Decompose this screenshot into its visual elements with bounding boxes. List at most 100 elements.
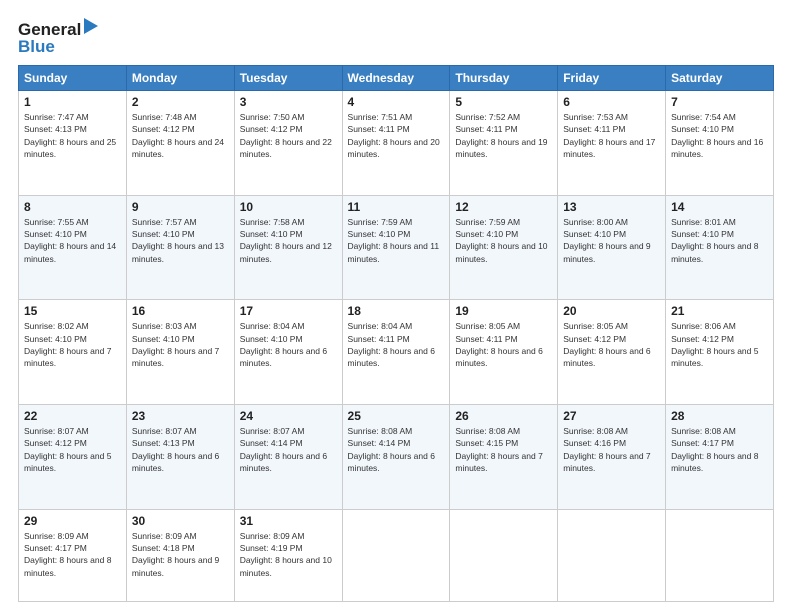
calendar-cell: 21 Sunrise: 8:06 AMSunset: 4:12 PMDayligh… xyxy=(666,300,774,405)
calendar-cell: 1 Sunrise: 7:47 AMSunset: 4:13 PMDaylight… xyxy=(19,91,127,196)
calendar-table: SundayMondayTuesdayWednesdayThursdayFrid… xyxy=(18,65,774,602)
calendar-cell: 13 Sunrise: 8:00 AMSunset: 4:10 PMDayligh… xyxy=(558,195,666,300)
day-header-friday: Friday xyxy=(558,66,666,91)
day-number: 17 xyxy=(240,304,337,318)
day-info: Sunrise: 8:01 AMSunset: 4:10 PMDaylight:… xyxy=(671,216,768,265)
calendar-cell: 15 Sunrise: 8:02 AMSunset: 4:10 PMDayligh… xyxy=(19,300,127,405)
calendar-cell: 7 Sunrise: 7:54 AMSunset: 4:10 PMDaylight… xyxy=(666,91,774,196)
day-header-wednesday: Wednesday xyxy=(342,66,450,91)
day-info: Sunrise: 7:59 AMSunset: 4:10 PMDaylight:… xyxy=(455,216,552,265)
day-number: 25 xyxy=(348,409,445,423)
day-info: Sunrise: 8:07 AMSunset: 4:12 PMDaylight:… xyxy=(24,425,121,474)
calendar-cell: 8 Sunrise: 7:55 AMSunset: 4:10 PMDaylight… xyxy=(19,195,127,300)
day-info: Sunrise: 8:09 AMSunset: 4:17 PMDaylight:… xyxy=(24,530,121,579)
day-info: Sunrise: 7:52 AMSunset: 4:11 PMDaylight:… xyxy=(455,111,552,160)
calendar-cell: 11 Sunrise: 7:59 AMSunset: 4:10 PMDayligh… xyxy=(342,195,450,300)
calendar-cell: 18 Sunrise: 8:04 AMSunset: 4:11 PMDayligh… xyxy=(342,300,450,405)
day-info: Sunrise: 8:07 AMSunset: 4:14 PMDaylight:… xyxy=(240,425,337,474)
calendar-cell: 12 Sunrise: 7:59 AMSunset: 4:10 PMDayligh… xyxy=(450,195,558,300)
day-info: Sunrise: 8:06 AMSunset: 4:12 PMDaylight:… xyxy=(671,320,768,369)
calendar-cell: 27 Sunrise: 8:08 AMSunset: 4:16 PMDayligh… xyxy=(558,404,666,509)
day-number: 5 xyxy=(455,95,552,109)
day-number: 6 xyxy=(563,95,660,109)
calendar-cell: 16Sunrise: 8:03 AMSunset: 4:10 PMDayligh… xyxy=(126,300,234,405)
day-number: 21 xyxy=(671,304,768,318)
day-info: Sunrise: 8:04 AMSunset: 4:10 PMDaylight:… xyxy=(240,320,337,369)
day-info: Sunrise: 8:05 AMSunset: 4:11 PMDaylight:… xyxy=(455,320,552,369)
day-info: Sunrise: 7:55 AMSunset: 4:10 PMDaylight:… xyxy=(24,216,121,265)
day-info: Sunrise: 8:03 AMSunset: 4:10 PMDaylight:… xyxy=(132,320,229,369)
calendar-cell: 9Sunrise: 7:57 AMSunset: 4:10 PMDaylight… xyxy=(126,195,234,300)
day-number: 15 xyxy=(24,304,121,318)
logo-general: General xyxy=(18,18,98,38)
day-info: Sunrise: 7:59 AMSunset: 4:10 PMDaylight:… xyxy=(348,216,445,265)
day-info: Sunrise: 7:47 AMSunset: 4:13 PMDaylight:… xyxy=(24,111,121,160)
calendar-cell: 20Sunrise: 8:05 AMSunset: 4:12 PMDayligh… xyxy=(558,300,666,405)
day-info: Sunrise: 8:08 AMSunset: 4:16 PMDaylight:… xyxy=(563,425,660,474)
day-info: Sunrise: 7:51 AMSunset: 4:11 PMDaylight:… xyxy=(348,111,445,160)
day-number: 26 xyxy=(455,409,552,423)
day-info: Sunrise: 8:04 AMSunset: 4:11 PMDaylight:… xyxy=(348,320,445,369)
calendar-cell xyxy=(342,509,450,601)
calendar-cell: 6 Sunrise: 7:53 AMSunset: 4:11 PMDaylight… xyxy=(558,91,666,196)
day-number: 12 xyxy=(455,200,552,214)
day-number: 7 xyxy=(671,95,768,109)
day-number: 20 xyxy=(563,304,660,318)
calendar-cell: 4Sunrise: 7:51 AMSunset: 4:11 PMDaylight… xyxy=(342,91,450,196)
calendar-cell xyxy=(558,509,666,601)
calendar-cell: 30Sunrise: 8:09 AMSunset: 4:18 PMDayligh… xyxy=(126,509,234,601)
day-number: 30 xyxy=(132,514,229,528)
day-info: Sunrise: 7:48 AMSunset: 4:12 PMDaylight:… xyxy=(132,111,229,160)
calendar-week-row: 22 Sunrise: 8:07 AMSunset: 4:12 PMDayligh… xyxy=(19,404,774,509)
calendar-header-row: SundayMondayTuesdayWednesdayThursdayFrid… xyxy=(19,66,774,91)
day-number: 28 xyxy=(671,409,768,423)
day-number: 1 xyxy=(24,95,121,109)
day-number: 19 xyxy=(455,304,552,318)
day-header-tuesday: Tuesday xyxy=(234,66,342,91)
logo-arrow-icon xyxy=(84,18,98,34)
day-header-thursday: Thursday xyxy=(450,66,558,91)
day-info: Sunrise: 7:54 AMSunset: 4:10 PMDaylight:… xyxy=(671,111,768,160)
calendar-cell: 22 Sunrise: 8:07 AMSunset: 4:12 PMDayligh… xyxy=(19,404,127,509)
day-info: Sunrise: 8:02 AMSunset: 4:10 PMDaylight:… xyxy=(24,320,121,369)
day-number: 13 xyxy=(563,200,660,214)
day-header-monday: Monday xyxy=(126,66,234,91)
calendar-week-row: 15 Sunrise: 8:02 AMSunset: 4:10 PMDayligh… xyxy=(19,300,774,405)
day-header-saturday: Saturday xyxy=(666,66,774,91)
day-info: Sunrise: 7:58 AMSunset: 4:10 PMDaylight:… xyxy=(240,216,337,265)
day-number: 22 xyxy=(24,409,121,423)
day-number: 18 xyxy=(348,304,445,318)
calendar-cell: 14Sunrise: 8:01 AMSunset: 4:10 PMDayligh… xyxy=(666,195,774,300)
day-number: 3 xyxy=(240,95,337,109)
day-header-sunday: Sunday xyxy=(19,66,127,91)
day-info: Sunrise: 8:09 AMSunset: 4:19 PMDaylight:… xyxy=(240,530,337,579)
page: General Blue SundayMondayTuesdayWednesda… xyxy=(0,0,792,612)
day-number: 2 xyxy=(132,95,229,109)
day-number: 27 xyxy=(563,409,660,423)
logo: General Blue xyxy=(18,18,98,55)
day-info: Sunrise: 8:08 AMSunset: 4:15 PMDaylight:… xyxy=(455,425,552,474)
day-info: Sunrise: 8:00 AMSunset: 4:10 PMDaylight:… xyxy=(563,216,660,265)
calendar-cell: 25Sunrise: 8:08 AMSunset: 4:14 PMDayligh… xyxy=(342,404,450,509)
day-number: 31 xyxy=(240,514,337,528)
calendar-cell: 19 Sunrise: 8:05 AMSunset: 4:11 PMDayligh… xyxy=(450,300,558,405)
calendar-cell xyxy=(666,509,774,601)
calendar-body: 1 Sunrise: 7:47 AMSunset: 4:13 PMDaylight… xyxy=(19,91,774,602)
calendar-cell: 2 Sunrise: 7:48 AMSunset: 4:12 PMDaylight… xyxy=(126,91,234,196)
day-info: Sunrise: 7:50 AMSunset: 4:12 PMDaylight:… xyxy=(240,111,337,160)
day-info: Sunrise: 8:08 AMSunset: 4:17 PMDaylight:… xyxy=(671,425,768,474)
calendar-cell xyxy=(450,509,558,601)
calendar-cell: 31 Sunrise: 8:09 AMSunset: 4:19 PMDayligh… xyxy=(234,509,342,601)
day-info: Sunrise: 8:07 AMSunset: 4:13 PMDaylight:… xyxy=(132,425,229,474)
day-info: Sunrise: 7:57 AMSunset: 4:10 PMDaylight:… xyxy=(132,216,229,265)
day-number: 11 xyxy=(348,200,445,214)
day-info: Sunrise: 7:53 AMSunset: 4:11 PMDaylight:… xyxy=(563,111,660,160)
day-number: 23 xyxy=(132,409,229,423)
day-number: 8 xyxy=(24,200,121,214)
header: General Blue xyxy=(18,18,774,55)
calendar-week-row: 1 Sunrise: 7:47 AMSunset: 4:13 PMDaylight… xyxy=(19,91,774,196)
day-number: 10 xyxy=(240,200,337,214)
calendar-cell: 10 Sunrise: 7:58 AMSunset: 4:10 PMDayligh… xyxy=(234,195,342,300)
day-number: 24 xyxy=(240,409,337,423)
calendar-cell: 5 Sunrise: 7:52 AMSunset: 4:11 PMDaylight… xyxy=(450,91,558,196)
